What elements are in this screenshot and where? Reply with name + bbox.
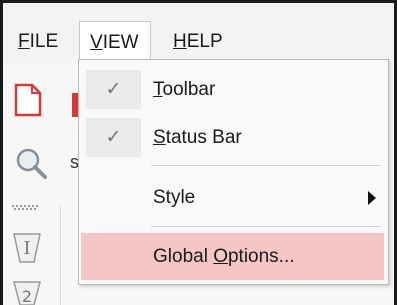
menu-item-style-label: Style [153, 187, 196, 208]
svg-text:2: 2 [22, 287, 32, 305]
search-icon[interactable] [14, 146, 48, 180]
menu-help[interactable]: HELP [163, 21, 243, 63]
menu-item-status-bar[interactable]: ✓ Status Bar [79, 114, 388, 161]
menu-item-global-options-post: ptions... [227, 246, 295, 267]
menu-item-toolbar-mnemonic: T [153, 79, 163, 100]
submenu-arrow-icon [368, 191, 376, 205]
menu-item-global-options-label: Global Options... [153, 233, 295, 280]
menu-file-label-mnemonic: F [18, 31, 30, 52]
check-icon: ✓ [86, 70, 141, 109]
menu-view-label-post: IEW [102, 32, 139, 53]
menu-separator [151, 165, 381, 166]
menu-item-toolbar-label: Toolbar [153, 66, 215, 113]
menu-separator [151, 226, 381, 227]
menu-item-style[interactable]: Style [79, 174, 388, 221]
menu-bar: FILE VIEW HELP [3, 3, 394, 63]
menu-item-global-options-pre: Global [153, 246, 214, 267]
tool-icon-partial[interactable]: 2 [12, 278, 42, 305]
menu-item-toolbar-post: oolbar [162, 79, 216, 100]
menu-view[interactable]: VIEW [79, 21, 151, 63]
toolbar-grip-icon [12, 205, 38, 210]
menu-item-status-bar-mnemonic: S [153, 127, 166, 148]
menu-item-global-options-mnemonic: O [213, 246, 228, 267]
check-icon: ✓ [86, 118, 141, 157]
svg-text:I: I [23, 238, 30, 259]
menu-help-label-post: ELP [186, 31, 223, 52]
menu-item-global-options[interactable]: Global Options... [81, 233, 384, 280]
text-field-icon[interactable]: I [12, 230, 42, 266]
menu-view-label-mnemonic: V [90, 32, 103, 53]
menu-file[interactable]: FILE [8, 21, 78, 63]
toolbar-divider [60, 205, 61, 305]
menu-item-status-bar-post: tatus Bar [165, 127, 242, 148]
new-document-icon[interactable] [14, 83, 42, 117]
menu-file-label-post: ILE [29, 31, 59, 52]
view-menu-dropdown: ✓ Toolbar ✓ Status Bar Style Global Opti… [78, 59, 389, 285]
menu-item-status-bar-label: Status Bar [153, 114, 242, 161]
menu-item-toolbar[interactable]: ✓ Toolbar [79, 66, 388, 113]
menu-help-label-mnemonic: H [173, 31, 187, 52]
